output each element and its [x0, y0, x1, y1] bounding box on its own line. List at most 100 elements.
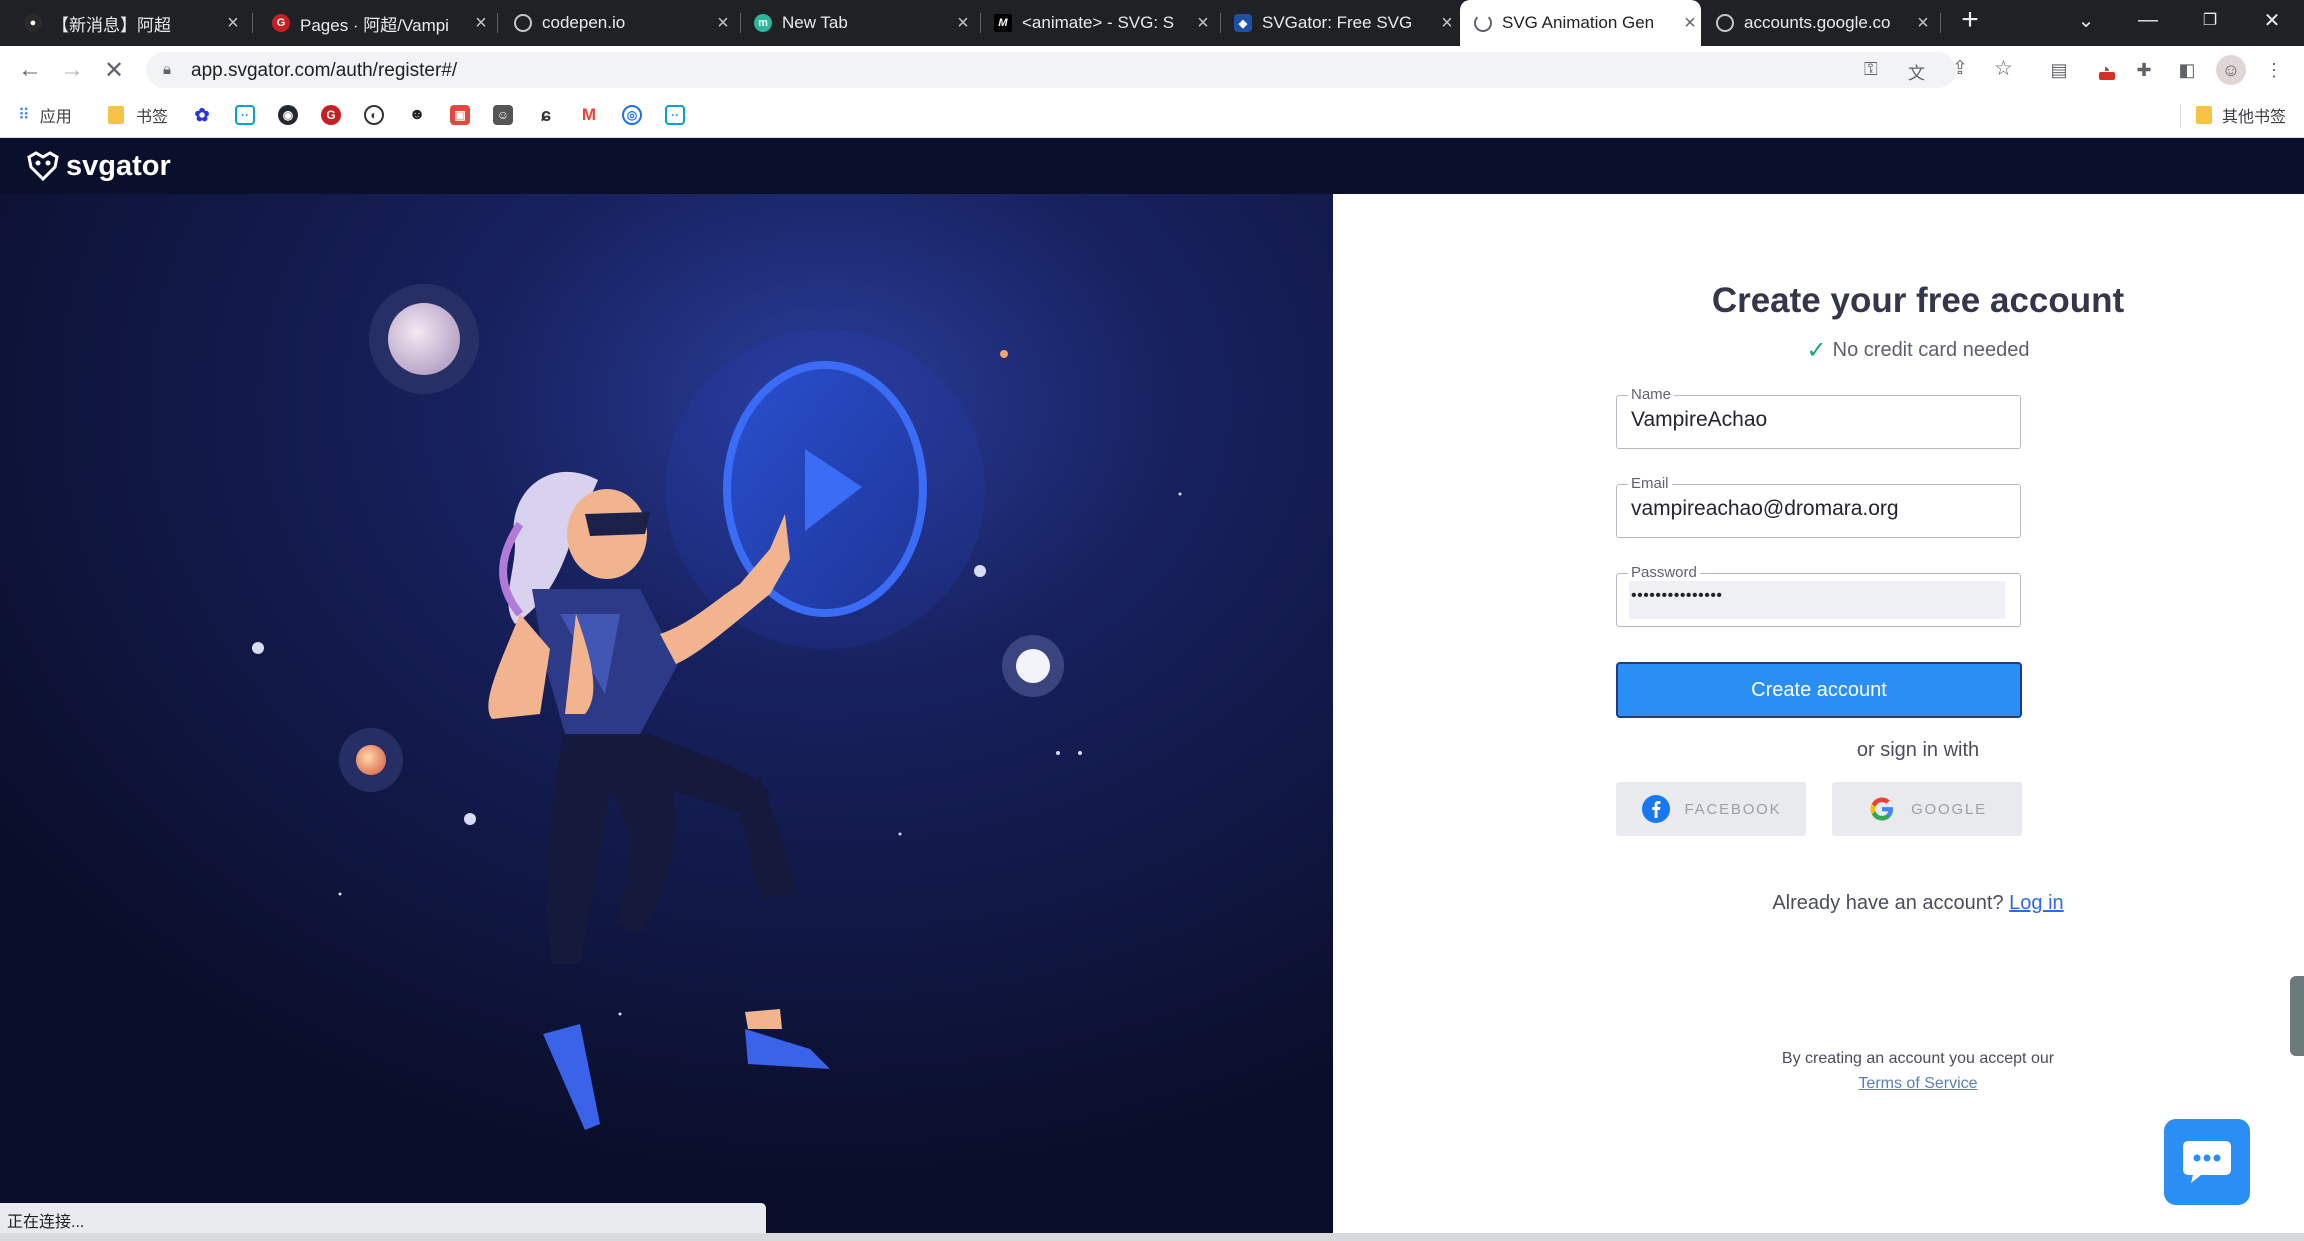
email-input[interactable]	[1631, 497, 2011, 521]
bookmark-site-circle[interactable]: ◐	[364, 101, 384, 129]
bookmark-bilibili-2[interactable]: ··	[665, 101, 685, 129]
profile-avatar[interactable]: ☺	[2216, 55, 2246, 85]
bookmark-gmail[interactable]: M	[579, 101, 599, 129]
bookmark-site-swirl[interactable]: ɕ	[536, 101, 556, 129]
close-icon[interactable]: ×	[712, 12, 734, 35]
tab-6[interactable]: ◆ SVGator: Free SVG ×	[1220, 0, 1458, 46]
target-logo-icon: ◎	[622, 105, 642, 125]
bookmark-site-avatar[interactable]: ☺	[493, 101, 513, 129]
window-close-icon[interactable]: ✕	[2242, 0, 2302, 40]
stop-loading-icon[interactable]: ✕	[100, 56, 128, 84]
tab-8[interactable]: accounts.google.co ×	[1702, 0, 1934, 46]
chat-widget-button[interactable]	[2164, 1119, 2250, 1205]
subtitle-text: No credit card needed	[1832, 339, 2030, 361]
google-icon	[1870, 797, 1894, 821]
tab-1[interactable]: ● 【新消息】阿超 ×	[10, 0, 244, 46]
tab-7-active[interactable]: SVG Animation Gen ×	[1460, 0, 1701, 46]
svgator-logo[interactable]: svgator	[26, 150, 171, 182]
globe-icon	[514, 14, 532, 32]
side-scroll-handle[interactable]	[2290, 976, 2304, 1056]
have-account-text: Already have an account?	[1772, 892, 2004, 914]
tab-search-chevron-icon[interactable]: ⌄	[2056, 0, 2116, 40]
url-text: app.svgator.com/auth/register#/	[191, 60, 458, 81]
close-icon[interactable]: ×	[470, 12, 492, 35]
name-field[interactable]: Name	[1616, 386, 2021, 449]
circle-logo-icon: ◐	[364, 105, 384, 125]
bookmark-folder[interactable]: 书签	[108, 101, 168, 129]
close-icon[interactable]: ×	[1192, 12, 1214, 35]
face-logo-icon: ☻	[408, 106, 426, 123]
tab-separator	[1940, 13, 1941, 33]
email-field[interactable]: Email	[1616, 475, 2021, 538]
bookmark-label: 应用	[39, 109, 72, 126]
planet-white	[1002, 635, 1064, 697]
bookmark-site-target[interactable]: ◎	[622, 101, 642, 129]
reading-list-icon[interactable]: ▤	[2047, 58, 2071, 82]
back-arrow-icon[interactable]: ←	[16, 56, 44, 84]
close-icon[interactable]: ×	[222, 12, 244, 35]
tab-3[interactable]: codepen.io ×	[500, 0, 734, 46]
gitee-icon: G	[272, 14, 290, 32]
minimize-icon[interactable]: —	[2118, 0, 2178, 40]
bookmark-site-face[interactable]: ☻	[407, 101, 427, 129]
new-tab-plus-icon[interactable]: +	[1942, 0, 1998, 40]
bookmark-label: 其他书签	[2222, 109, 2287, 126]
status-bar: 正在连接...	[0, 1203, 766, 1233]
facebook-label: FACEBOOK	[1684, 800, 1782, 818]
restore-icon[interactable]: ❐	[2180, 0, 2240, 40]
translate-icon[interactable]: 文	[1908, 59, 1925, 84]
login-link[interactable]: Log in	[2009, 892, 2064, 914]
bilibili-icon: ··	[235, 105, 255, 125]
bookmark-bilibili[interactable]: ··	[235, 101, 255, 129]
svgator-favicon-icon: ◆	[1234, 14, 1252, 32]
share-icon[interactable]: ⇪	[1952, 57, 1968, 80]
facebook-icon	[1641, 795, 1670, 823]
globe-icon	[1716, 14, 1734, 32]
google-button[interactable]: GOOGLE	[1832, 782, 2022, 836]
side-panel-icon[interactable]: ◧	[2175, 58, 2199, 82]
close-icon[interactable]: ×	[1436, 12, 1458, 35]
bookmark-github[interactable]: ◉	[278, 101, 298, 129]
facebook-button[interactable]: FACEBOOK	[1616, 782, 1806, 836]
address-bar[interactable]: 🔒︎ app.svgator.com/auth/register#/ ⚿ 文 ⇪…	[146, 52, 2013, 88]
terms-text: By creating an account you accept our	[1781, 1050, 2055, 1067]
close-icon[interactable]: ×	[1679, 12, 1701, 35]
close-icon[interactable]: ×	[952, 12, 974, 35]
tab-5[interactable]: M <animate> - SVG: S ×	[980, 0, 1214, 46]
avatar-favicon-icon: ●	[24, 14, 42, 32]
password-input[interactable]: •••••••••••••••	[1631, 587, 2011, 605]
terms-of-service-link[interactable]: Terms of Service	[1858, 1075, 1977, 1092]
bookmark-baidu[interactable]: ✿	[192, 101, 212, 129]
red-logo-icon: ▣	[450, 105, 470, 125]
logo-text: svgator	[66, 149, 171, 182]
bookmark-other[interactable]: 其他书签	[2196, 101, 2286, 129]
avatar-logo-icon: ☺	[493, 105, 513, 125]
new-tab-icon: m	[754, 14, 772, 32]
menu-kebab-icon[interactable]: ⋮	[2262, 58, 2286, 82]
tab-title: accounts.google.co	[1744, 13, 1891, 32]
password-field[interactable]: Password •••••••••••••••	[1616, 564, 2021, 627]
forward-arrow-icon[interactable]: →	[58, 56, 86, 84]
close-icon[interactable]: ×	[1912, 12, 1934, 35]
bookmark-star-icon[interactable]: ☆	[1994, 56, 2013, 81]
extension-badge-icon[interactable]: ◔	[2093, 58, 2117, 82]
apps-grid-icon: ⠿	[18, 107, 30, 124]
hero-illustration	[0, 194, 1333, 1234]
tab-4[interactable]: m New Tab ×	[740, 0, 974, 46]
bottom-edge	[0, 1233, 2304, 1241]
play-button-graphic	[665, 329, 985, 649]
mdn-icon: M	[994, 14, 1012, 32]
create-account-button[interactable]: Create account	[1616, 662, 2022, 718]
or-sign-in-text: or sign in with	[1856, 739, 1980, 761]
swirl-logo-icon: ɕ	[540, 104, 551, 125]
extensions-puzzle-icon[interactable]: ✚	[2132, 58, 2156, 82]
app-header	[0, 138, 2304, 194]
planet-large	[369, 284, 479, 394]
name-input[interactable]	[1631, 408, 2011, 432]
google-label: GOOGLE	[1911, 800, 1987, 818]
tab-2[interactable]: G Pages · 阿超/Vampi ×	[258, 0, 492, 46]
key-icon[interactable]: ⚿	[1864, 59, 1878, 80]
bookmark-gitee[interactable]: G	[321, 101, 341, 129]
bookmark-site-red[interactable]: ▣	[450, 101, 470, 129]
bookmark-apps[interactable]: ⠿ 应用	[18, 101, 72, 129]
